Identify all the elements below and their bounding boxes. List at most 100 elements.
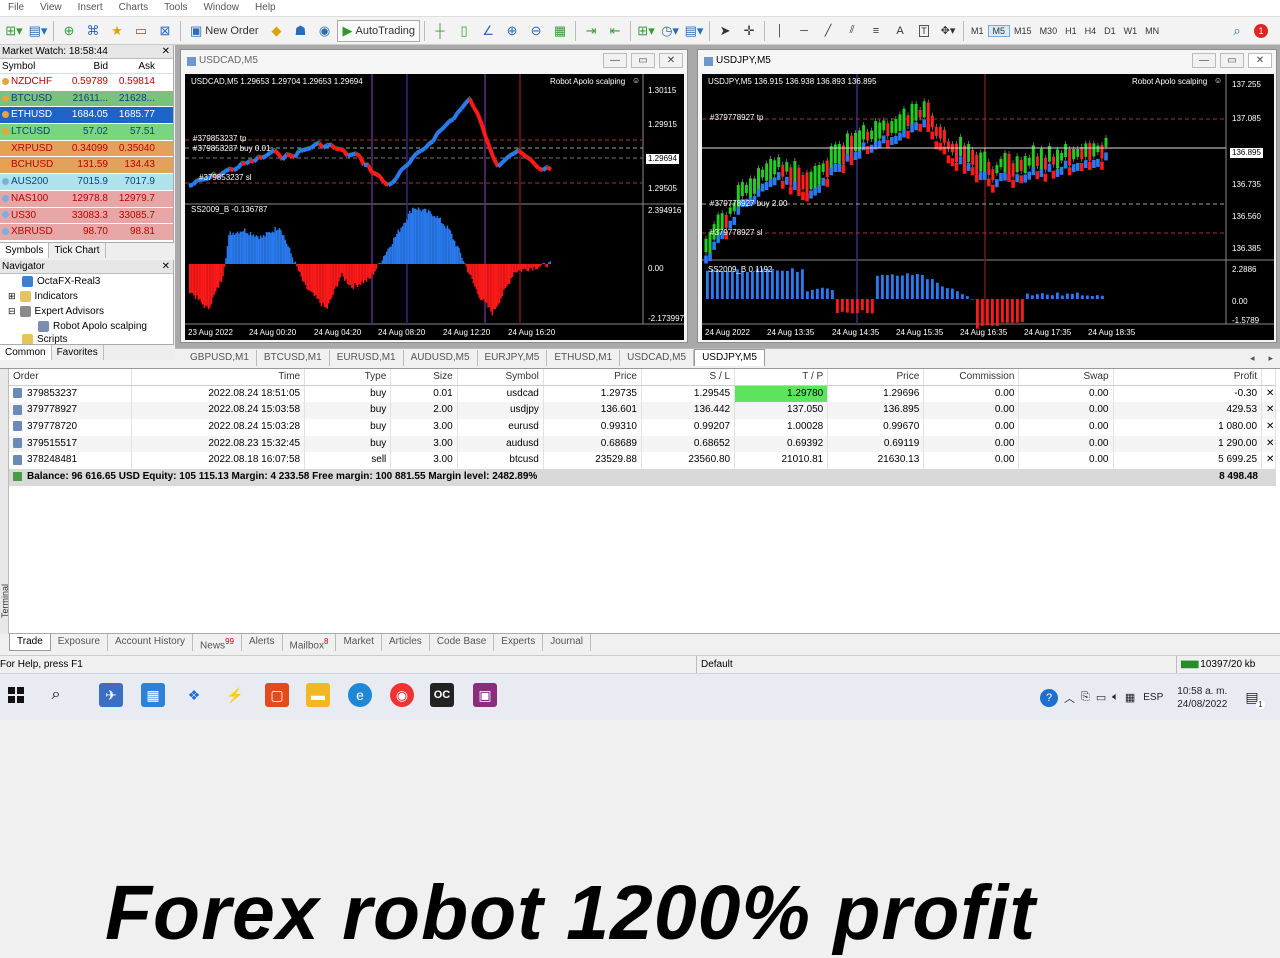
- market-watch-button[interactable]: ⊕: [58, 20, 80, 42]
- order-row[interactable]: 3795155172022.08.23 15:32:45buy3.00audus…: [9, 436, 1276, 453]
- recorder-app-icon[interactable]: ▣: [473, 683, 497, 707]
- chart-window-usdjpy[interactable]: USDJPY,M5 —▭✕ USDJPY,M5 136.915 136.938 …: [697, 49, 1277, 343]
- tab-tick-chart[interactable]: Tick Chart: [49, 243, 105, 258]
- timeframe-w1[interactable]: W1: [1120, 26, 1142, 36]
- market-watch-row[interactable]: NZDCHF0.597890.59814: [0, 74, 173, 91]
- candlestick-button[interactable]: ▯: [453, 20, 475, 42]
- metaeditor-button[interactable]: ◆: [265, 20, 287, 42]
- new-order-button[interactable]: ▣New Order: [185, 20, 263, 42]
- market-watch-row[interactable]: AUS2007015.97017.9: [0, 174, 173, 191]
- volume-icon[interactable]: 🔈︎: [1112, 691, 1119, 704]
- chart-tab[interactable]: AUDUSD,M5: [404, 350, 478, 366]
- tab-exposure[interactable]: Exposure: [51, 634, 108, 651]
- tab-favorites[interactable]: Favorites: [52, 345, 104, 360]
- language-indicator[interactable]: ESP: [1143, 692, 1163, 703]
- timeframe-m15[interactable]: M15: [1010, 26, 1036, 36]
- tabs-scroll-left-icon[interactable]: ◂: [1243, 350, 1262, 366]
- close-order-icon[interactable]: ✕: [1262, 436, 1276, 453]
- tab-common[interactable]: Common: [0, 345, 52, 360]
- line-chart-button[interactable]: ∠: [477, 20, 499, 42]
- terminal-button[interactable]: ▭: [130, 20, 152, 42]
- tab-trade[interactable]: Trade: [9, 634, 51, 651]
- nav-item-indicators[interactable]: ⊞Indicators: [0, 289, 173, 304]
- store-app-icon[interactable]: ▦: [141, 683, 165, 707]
- horizontal-line-button[interactable]: ─: [793, 20, 815, 42]
- tp-cell[interactable]: 21010.81: [735, 452, 828, 469]
- order-row[interactable]: 3797787202022.08.24 15:03:28buy3.00eurus…: [9, 419, 1276, 436]
- market-watch-row[interactable]: US3033083.333085.7: [0, 208, 173, 225]
- nav-item-account[interactable]: OctaFX-Real3: [0, 274, 173, 289]
- text-button[interactable]: A: [889, 20, 911, 42]
- close-icon[interactable]: ✕: [162, 260, 170, 274]
- close-icon[interactable]: ✕: [162, 45, 170, 59]
- tester-button[interactable]: ⊠: [154, 20, 176, 42]
- metatrader-app-icon[interactable]: ✈: [99, 683, 123, 707]
- edge-app-icon[interactable]: e: [348, 683, 372, 707]
- timeframe-mn[interactable]: MN: [1141, 26, 1163, 36]
- autotrading-button[interactable]: ▶AutoTrading: [337, 20, 420, 42]
- tab-experts[interactable]: Experts: [494, 634, 543, 651]
- vertical-line-button[interactable]: │: [769, 20, 791, 42]
- autoscroll-button[interactable]: ⇥: [580, 20, 602, 42]
- fibonacci-button[interactable]: ≡: [865, 20, 887, 42]
- timeframe-h4[interactable]: H4: [1081, 26, 1101, 36]
- chrome-app-icon[interactable]: ◉: [390, 683, 414, 707]
- col-commission[interactable]: Commission: [924, 369, 1019, 385]
- chevron-up-icon[interactable]: ︿: [1064, 690, 1075, 706]
- templates-button[interactable]: ▤▾: [683, 20, 705, 42]
- tp-cell[interactable]: 0.69392: [735, 436, 828, 453]
- minimize-button[interactable]: —: [1192, 53, 1216, 68]
- close-order-icon[interactable]: ✕: [1262, 419, 1276, 436]
- market-watch-row[interactable]: XBRUSD98.7098.81: [0, 224, 173, 241]
- chart-shift-button[interactable]: ⇤: [604, 20, 626, 42]
- col-tp[interactable]: T / P: [735, 369, 828, 385]
- zoom-in-button[interactable]: ⊕: [501, 20, 523, 42]
- lightning-app-icon[interactable]: ⚡: [223, 683, 247, 707]
- order-row[interactable]: 3798532372022.08.24 18:51:05buy0.01usdca…: [9, 386, 1276, 403]
- close-button[interactable]: ✕: [1248, 53, 1272, 68]
- chart-tab[interactable]: EURUSD,M1: [330, 350, 404, 366]
- chart-window-usdcad[interactable]: USDCAD,M5 —▭✕ USDCAD,M5 1.29653 1.29704 …: [180, 49, 688, 343]
- usdcad-chart[interactable]: USDCAD,M5 1.29653 1.29704 1.29653 1.2969…: [185, 74, 684, 340]
- nav-item-robot[interactable]: Robot Apolo scalping: [0, 319, 173, 334]
- timeframe-m5[interactable]: M5: [988, 25, 1011, 37]
- menu-tools[interactable]: Tools: [156, 0, 195, 15]
- start-button[interactable]: [4, 683, 28, 707]
- trendline-button[interactable]: ╱: [817, 20, 839, 42]
- tp-cell[interactable]: 137.050: [735, 402, 828, 419]
- col-symbol[interactable]: Symbol: [458, 369, 544, 385]
- close-order-icon[interactable]: ✕: [1262, 386, 1276, 403]
- chart-tab[interactable]: EURJPY,M5: [478, 350, 548, 366]
- maximize-button[interactable]: ▭: [1220, 53, 1244, 68]
- tabs-scroll-right-icon[interactable]: ▸: [1261, 350, 1280, 366]
- tab-journal[interactable]: Journal: [543, 634, 591, 651]
- chart-tab[interactable]: BTCUSD,M1: [257, 350, 330, 366]
- clock[interactable]: 10:58 a. m.24/08/2022: [1177, 685, 1227, 711]
- keyboard-icon[interactable]: ▦: [1125, 691, 1135, 704]
- tab-code-base[interactable]: Code Base: [430, 634, 494, 651]
- tab-articles[interactable]: Articles: [382, 634, 430, 651]
- col-profit[interactable]: Profit: [1114, 369, 1263, 385]
- market-watch-row[interactable]: XRPUSD0.340990.35040: [0, 141, 173, 158]
- close-order-icon[interactable]: ✕: [1262, 452, 1276, 469]
- file-explorer-icon[interactable]: ▬: [306, 683, 330, 707]
- col-size[interactable]: Size: [391, 369, 457, 385]
- minimize-button[interactable]: —: [603, 53, 627, 68]
- chart-tab-active[interactable]: USDJPY,M5: [694, 349, 765, 366]
- col-current-price[interactable]: Price: [828, 369, 924, 385]
- sl-cell[interactable]: 136.442: [642, 402, 735, 419]
- capture-app-icon[interactable]: OC: [430, 683, 454, 707]
- vps-button[interactable]: ☗: [289, 20, 311, 42]
- zoom-out-button[interactable]: ⊖: [525, 20, 547, 42]
- col-time[interactable]: Time: [132, 369, 305, 385]
- close-button[interactable]: ✕: [659, 53, 683, 68]
- menu-help[interactable]: Help: [247, 0, 284, 15]
- col-sl[interactable]: S / L: [642, 369, 735, 385]
- search-taskbar-button[interactable]: ⌕: [44, 683, 68, 707]
- tab-market[interactable]: Market: [336, 634, 382, 651]
- nav-item-expert-advisors[interactable]: ⊟Expert Advisors: [0, 304, 173, 319]
- network-icon[interactable]: ▭: [1096, 691, 1106, 704]
- order-row[interactable]: 3782484812022.08.18 16:07:58sell3.00btcu…: [9, 452, 1276, 469]
- usdjpy-chart[interactable]: USDJPY,M5 136.915 136.938 136.893 136.89…: [702, 74, 1274, 340]
- nav-item-scripts[interactable]: Scripts: [0, 334, 173, 344]
